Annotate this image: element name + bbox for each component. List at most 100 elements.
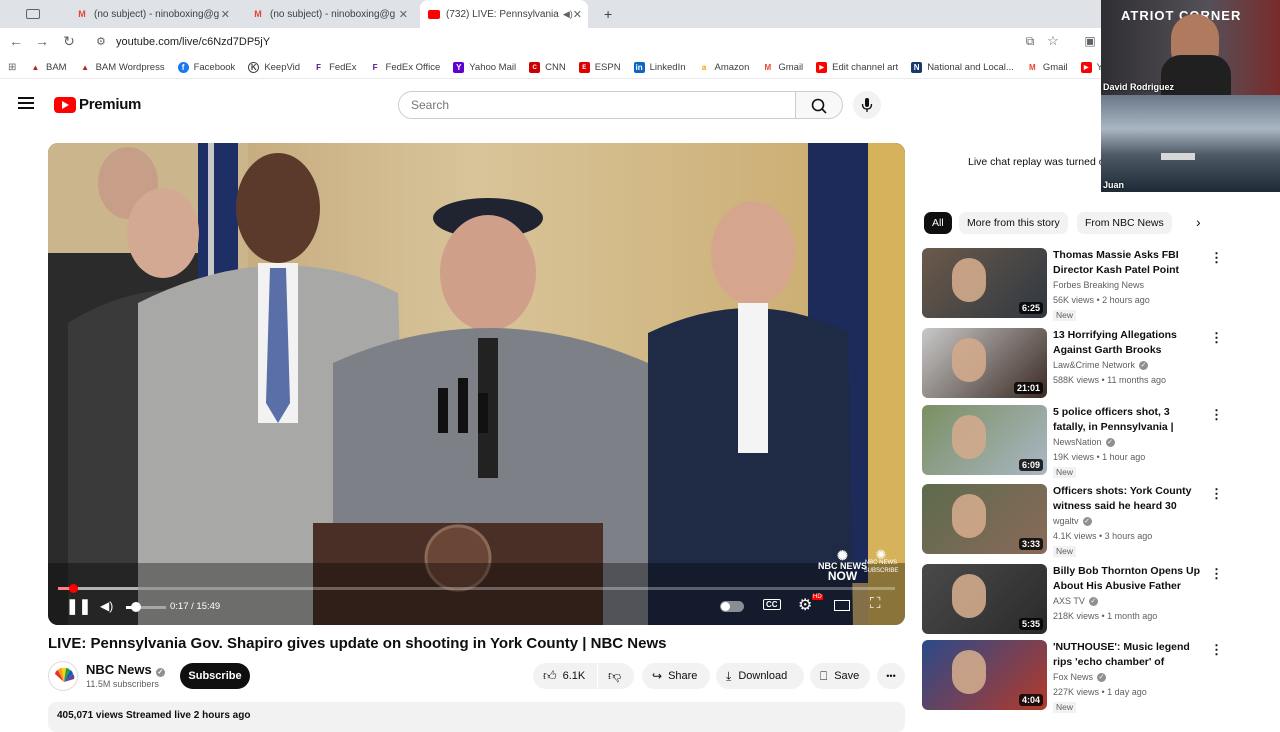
bookmark-item[interactable]: in LinkedIn (633, 62, 686, 73)
kebab-menu-icon[interactable]: ⋮ (1210, 407, 1223, 423)
volume-icon[interactable]: ◀) (100, 599, 113, 613)
bookmark-item[interactable]: K KeepVid (248, 62, 300, 73)
recommendation-title[interactable]: Billy Bob Thornton Opens Up About His Ab… (1053, 564, 1205, 594)
recommendation-title[interactable]: Thomas Massie Asks FBI Director Kash Pat… (1053, 248, 1205, 278)
search-button[interactable] (795, 91, 843, 119)
kebab-menu-icon[interactable]: ⋮ (1210, 250, 1223, 266)
kebab-menu-icon[interactable]: ⋮ (1210, 486, 1223, 502)
close-tab-icon[interactable]: ✕ (399, 8, 408, 21)
chip-all[interactable]: All (924, 212, 952, 234)
bookmark-item[interactable]: a Amazon (699, 62, 750, 73)
bookmark-item[interactable]: F FedEx Office (370, 62, 441, 73)
hamburger-menu-icon[interactable] (18, 97, 34, 109)
tab-switcher-button[interactable] (18, 0, 52, 28)
volume-knob[interactable] (131, 602, 141, 612)
save-button[interactable]: ⎕ Save (810, 663, 870, 689)
recommendation-title[interactable]: 'NUTHOUSE': Music legend rips 'echo cham… (1053, 640, 1205, 670)
voice-search-button[interactable] (853, 91, 881, 119)
channel-avatar[interactable] (48, 661, 78, 691)
recommendation-item[interactable]: 6:09 5 police officers shot, 3 fatally, i… (922, 405, 1223, 478)
more-actions-button[interactable]: ••• (877, 663, 905, 689)
recommendation-channel[interactable]: AXS TV ✓ (1053, 596, 1098, 606)
duration-badge: 4:04 (1018, 694, 1043, 706)
bookmark-item[interactable]: C CNN (529, 62, 566, 73)
settings-gear-icon[interactable]: ⚙ (798, 595, 812, 615)
channel-name-text: Forbes Breaking News (1053, 280, 1145, 290)
progress-bar[interactable] (58, 587, 895, 590)
search-input[interactable]: Search (398, 91, 796, 119)
recommendation-channel[interactable]: wgaltv ✓ (1053, 516, 1092, 526)
video-thumbnail[interactable]: 21:01 (922, 328, 1047, 398)
chip-more-from-story[interactable]: More from this story (959, 212, 1068, 234)
recommendation-item[interactable]: 3:33 Officers shots: York County witness … (922, 484, 1223, 557)
channel-name[interactable]: NBC News ✓ (86, 662, 165, 677)
video-thumbnail[interactable]: 4:04 (922, 640, 1047, 710)
autoplay-toggle[interactable] (720, 601, 744, 612)
chip-from-nbc-news[interactable]: From NBC News (1077, 212, 1172, 234)
pause-icon[interactable]: ❚❚ (66, 597, 91, 615)
share-button[interactable]: ↪ Share (642, 663, 710, 689)
bookmark-icon: ▲ (81, 63, 90, 72)
recommendation-item[interactable]: 6:25 Thomas Massie Asks FBI Director Kash… (922, 248, 1223, 321)
video-thumbnail[interactable]: 6:09 (922, 405, 1047, 475)
fedex-icon: F (316, 63, 321, 72)
bookmark-item[interactable]: M Gmail (762, 62, 804, 73)
tab-gmail-1[interactable]: M (no subject) - ninoboxing@g ✕ (68, 0, 238, 28)
theater-mode-icon[interactable] (834, 600, 850, 611)
bookmark-item[interactable]: E ESPN (578, 62, 621, 73)
apps-grid-icon[interactable]: ⊞ (8, 62, 16, 73)
recommendation-item[interactable]: 4:04 'NUTHOUSE': Music legend rips 'echo … (922, 640, 1223, 713)
video-player[interactable]: ✺ NBC NEWS NOW ✺ NBC NEWS SUBSCRIBE ❚❚ ◀… (48, 143, 905, 625)
bookmark-star-icon[interactable]: ☆ (1045, 33, 1061, 49)
cast-icon[interactable]: ⧉ (1022, 33, 1038, 49)
close-tab-icon[interactable]: ✕ (573, 8, 582, 21)
new-badge: New (1053, 702, 1077, 713)
bookmark-item[interactable]: N National and Local... (911, 62, 1014, 73)
kebab-menu-icon[interactable]: ⋮ (1210, 330, 1223, 346)
bookmark-item[interactable]: Y Yahoo Mail (453, 62, 516, 73)
captions-icon[interactable]: CC (763, 599, 781, 610)
bookmark-item[interactable]: ▲ BAM Wordpress (80, 62, 164, 73)
dislike-button[interactable]: 👎︎ (598, 663, 634, 689)
back-arrow-icon[interactable]: ← (8, 33, 24, 49)
chevron-right-icon[interactable]: › (1196, 214, 1201, 230)
kebab-menu-icon[interactable]: ⋮ (1210, 642, 1223, 658)
forward-arrow-icon[interactable]: → (34, 33, 50, 49)
new-tab-button[interactable]: + (596, 0, 620, 28)
tab-gmail-2[interactable]: M (no subject) - ninoboxing@g ✕ (244, 0, 416, 28)
reload-icon[interactable]: ↻ (61, 33, 77, 49)
bookmark-item[interactable]: F FedEx (313, 62, 356, 73)
description-box[interactable]: 405,071 views Streamed live 2 hours ago (48, 702, 905, 732)
audio-playing-icon[interactable]: ◀) (563, 9, 573, 20)
bookmark-item[interactable]: ▲ BAM (30, 62, 67, 73)
bookmark-item[interactable]: M Gmail (1027, 62, 1068, 73)
kebab-menu-icon[interactable]: ⋮ (1210, 566, 1223, 582)
extensions-icon[interactable]: ▣ (1082, 33, 1098, 49)
fullscreen-icon[interactable]: ⛶ (870, 595, 881, 612)
recommendation-item[interactable]: 5:35 Billy Bob Thornton Opens Up About Hi… (922, 564, 1223, 634)
subscribe-watermark[interactable]: ✺ NBC NEWS SUBSCRIBE (863, 548, 899, 575)
bookmark-item[interactable]: f Facebook (177, 62, 235, 73)
like-button[interactable]: 👍︎ 6.1K (533, 663, 597, 689)
video-thumbnail[interactable]: 6:25 (922, 248, 1047, 318)
site-info-icon[interactable]: ⚙ (96, 31, 106, 53)
recommendation-channel[interactable]: NewsNation ✓ (1053, 437, 1115, 447)
youtube-premium-logo[interactable]: Premium (54, 96, 141, 113)
bookmark-item[interactable]: ▶ Edit channel art (816, 62, 898, 73)
video-thumbnail[interactable]: 3:33 (922, 484, 1047, 554)
recommendation-channel[interactable]: Fox News ✓ (1053, 672, 1107, 682)
video-thumbnail[interactable]: 5:35 (922, 564, 1047, 634)
recommendation-title[interactable]: 13 Horrifying Allegations Against Garth … (1053, 328, 1205, 358)
tab-youtube[interactable]: (732) LIVE: Pennsylvania ◀) ✕ (420, 0, 588, 28)
subscribe-button[interactable]: Subscribe (180, 663, 250, 689)
bookmark-label: FedEx (329, 62, 357, 73)
recommendation-title[interactable]: Officers shots: York County witness said… (1053, 484, 1205, 514)
recommendation-item[interactable]: 21:01 13 Horrifying Allegations Against G… (922, 328, 1223, 398)
recommendation-channel[interactable]: Law&Crime Network ✓ (1053, 360, 1149, 370)
close-tab-icon[interactable]: ✕ (221, 8, 230, 21)
recommendation-channel[interactable]: Forbes Breaking News (1053, 280, 1144, 290)
scrubber-handle[interactable] (69, 584, 79, 593)
download-button[interactable]: ⤓ Download (716, 663, 804, 689)
recommendation-title[interactable]: 5 police officers shot, 3 fatally, in Pe… (1053, 405, 1205, 435)
url-field[interactable]: ⚙ youtube.com/live/c6Nzd7DP5jY (90, 31, 1010, 53)
